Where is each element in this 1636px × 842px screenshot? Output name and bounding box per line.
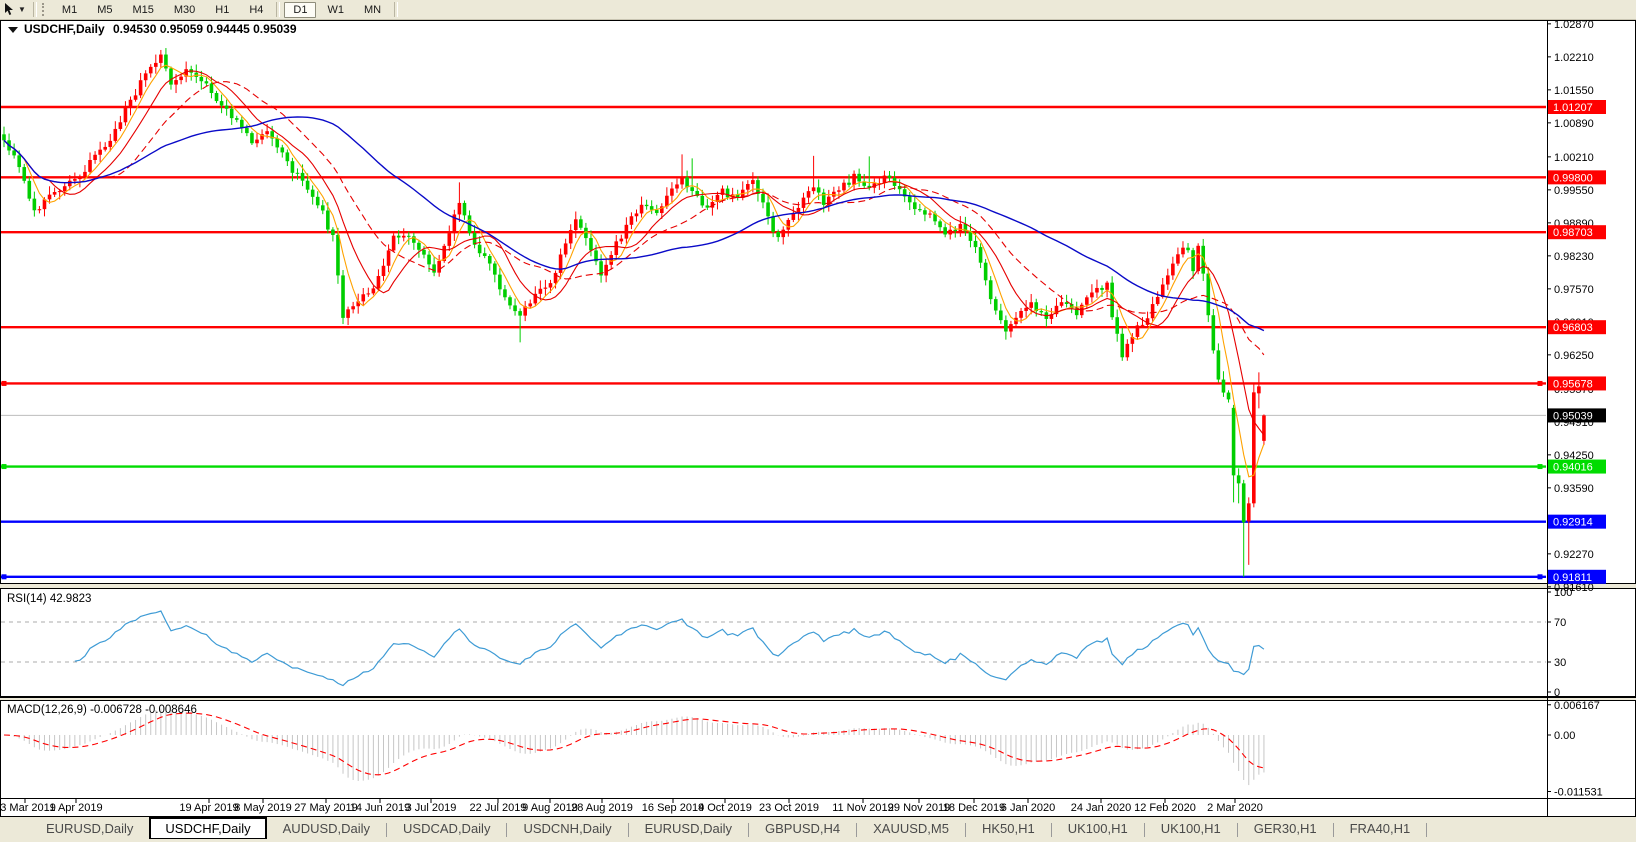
date-label: 14 Jun 2019	[350, 802, 411, 814]
tab-audusd-daily[interactable]: AUDUSD,Daily	[267, 819, 386, 839]
date-label: 2 Mar 2020	[1207, 802, 1263, 814]
svg-text:70: 70	[1554, 617, 1566, 629]
date-label: 22 Jul 2019	[470, 802, 527, 814]
toolbar-separator	[394, 2, 398, 17]
toolbar-separator	[276, 2, 280, 17]
price-line-handle[interactable]	[2, 464, 7, 469]
timeframe-button-m1[interactable]: M1	[53, 2, 86, 18]
timeframe-button-d1[interactable]: D1	[284, 2, 316, 18]
tab-gbpusd-h4[interactable]: GBPUSD,H4	[749, 819, 856, 839]
date-label: 23 Oct 2019	[759, 802, 819, 814]
svg-text:0.96803: 0.96803	[1553, 322, 1593, 334]
date-label: 24 Jan 2020	[1071, 802, 1132, 814]
svg-text:0.96250: 0.96250	[1554, 350, 1594, 362]
svg-text:1.02870: 1.02870	[1554, 20, 1594, 31]
price-line-handle[interactable]	[1538, 381, 1543, 386]
svg-text:0.93590: 0.93590	[1554, 483, 1594, 495]
date-label: 8 May 2019	[234, 802, 291, 814]
svg-text:0.95039: 0.95039	[1553, 410, 1593, 422]
chart-window: USDCHF,Daily 0.94530 0.95059 0.94445 0.9…	[0, 20, 1636, 817]
date-label: 11 Nov 2019	[832, 802, 894, 814]
date-label: 1 Apr 2019	[49, 802, 102, 814]
svg-text:0.006167: 0.006167	[1554, 700, 1600, 712]
tab-xauusd-m5[interactable]: XAUUSD,M5	[857, 819, 965, 839]
cursor-arrow-icon	[4, 3, 15, 16]
svg-text:1.01550: 1.01550	[1554, 85, 1594, 97]
svg-text:0.92914: 0.92914	[1553, 517, 1593, 529]
timeframe-button-m15[interactable]: M15	[123, 2, 162, 18]
timeframe-button-w1[interactable]: W1	[318, 2, 353, 18]
date-label: 3 Jul 2019	[406, 802, 457, 814]
date-label: 28 Aug 2019	[571, 802, 633, 814]
date-label: 12 Feb 2020	[1134, 802, 1196, 814]
date-label: 9 Aug 2019	[522, 802, 578, 814]
date-label: 27 May 2019	[294, 802, 358, 814]
svg-text:1.02210: 1.02210	[1554, 52, 1594, 64]
date-label: 6 Jan 2020	[1001, 802, 1055, 814]
tab-usdcad-daily[interactable]: USDCAD,Daily	[387, 819, 506, 839]
svg-text:0.91811: 0.91811	[1553, 572, 1592, 584]
timeframe-button-m30[interactable]: M30	[165, 2, 204, 18]
date-label: 13 Mar 2019	[0, 802, 56, 814]
svg-text:100: 100	[1554, 587, 1572, 599]
svg-text:0.98230: 0.98230	[1554, 251, 1594, 263]
price-line-handle[interactable]	[1538, 464, 1543, 469]
svg-text:0.97570: 0.97570	[1554, 284, 1594, 296]
price-line-handle[interactable]	[2, 574, 7, 579]
date-label: 16 Sep 2019	[642, 802, 704, 814]
tab-fra40-h1[interactable]: FRA40,H1	[1334, 819, 1427, 839]
svg-text:0.94016: 0.94016	[1553, 462, 1593, 474]
chart-title-ohlc: 0.94530 0.95059 0.94445 0.95039	[113, 22, 297, 36]
date-label: 4 Oct 2019	[698, 802, 752, 814]
tab-hk50-h1[interactable]: HK50,H1	[966, 819, 1051, 839]
svg-text:0.95678: 0.95678	[1553, 378, 1593, 390]
tab-eurusd-daily[interactable]: EURUSD,Daily	[629, 819, 748, 839]
tab-uk100-h1[interactable]: UK100,H1	[1052, 819, 1144, 839]
svg-text:-0.011531: -0.011531	[1554, 787, 1603, 799]
rsi-label: RSI(14) 42.9823	[7, 593, 91, 605]
tab-ger30-h1[interactable]: GER30,H1	[1238, 819, 1333, 839]
cursor-tool-button[interactable]: ▼	[0, 0, 30, 19]
tab-eurusd-daily[interactable]: EURUSD,Daily	[30, 819, 149, 839]
svg-text:0.00: 0.00	[1554, 730, 1575, 742]
tab-uk100-h1[interactable]: UK100,H1	[1145, 819, 1237, 839]
date-axis[interactable]: 13 Mar 20191 Apr 2019 19 Apr 20198 May 20…	[0, 799, 1263, 814]
price-line-handle[interactable]	[1538, 574, 1543, 579]
tab-usdchf-daily[interactable]: USDCHF,Daily	[149, 817, 266, 839]
date-label: 29 Nov 2019	[888, 802, 950, 814]
toolbar-separator	[33, 2, 37, 17]
toolbar-grip[interactable]	[42, 3, 48, 16]
svg-text:30: 30	[1554, 657, 1566, 669]
timeframe-button-h1[interactable]: H1	[206, 2, 238, 18]
svg-text:0.92270: 0.92270	[1554, 549, 1594, 561]
caret-down-icon: ▼	[18, 5, 26, 14]
tab-separator	[1426, 823, 1427, 837]
macd-label: MACD(12,26,9) -0.006728 -0.008646	[7, 704, 197, 716]
timeframe-button-m5[interactable]: M5	[88, 2, 121, 18]
timeframe-button-mn[interactable]: MN	[355, 2, 390, 18]
top-toolbar: ▼ M1M5M15M30H1H4 D1W1MN	[0, 0, 1636, 20]
mt4-window: { "toolbar": { "tool_icon": "cursor-arro…	[0, 0, 1636, 842]
svg-text:0.98703: 0.98703	[1553, 227, 1593, 239]
tab-usdcnh-daily[interactable]: USDCNH,Daily	[507, 819, 627, 839]
price-line-handle[interactable]	[2, 381, 7, 386]
date-label: 18 Dec 2019	[943, 802, 1005, 814]
svg-text:0.99800: 0.99800	[1553, 172, 1593, 184]
svg-text:1.00890: 1.00890	[1554, 118, 1594, 130]
timeframe-button-h4[interactable]: H4	[240, 2, 272, 18]
date-label: 19 Apr 2019	[179, 802, 238, 814]
chart-title-symbol: USDCHF,Daily	[24, 22, 105, 36]
timeframe-buttons: M1M5M15M30H1H4 D1W1MN	[52, 2, 401, 18]
svg-text:0.99550: 0.99550	[1554, 185, 1594, 197]
bottom-tab-bar: EURUSD,DailyUSDCHF,DailyAUDUSD,DailyUSDC…	[0, 817, 1636, 842]
svg-text:0: 0	[1554, 687, 1560, 699]
svg-text:1.00210: 1.00210	[1554, 152, 1594, 164]
svg-text:1.01207: 1.01207	[1553, 102, 1593, 114]
